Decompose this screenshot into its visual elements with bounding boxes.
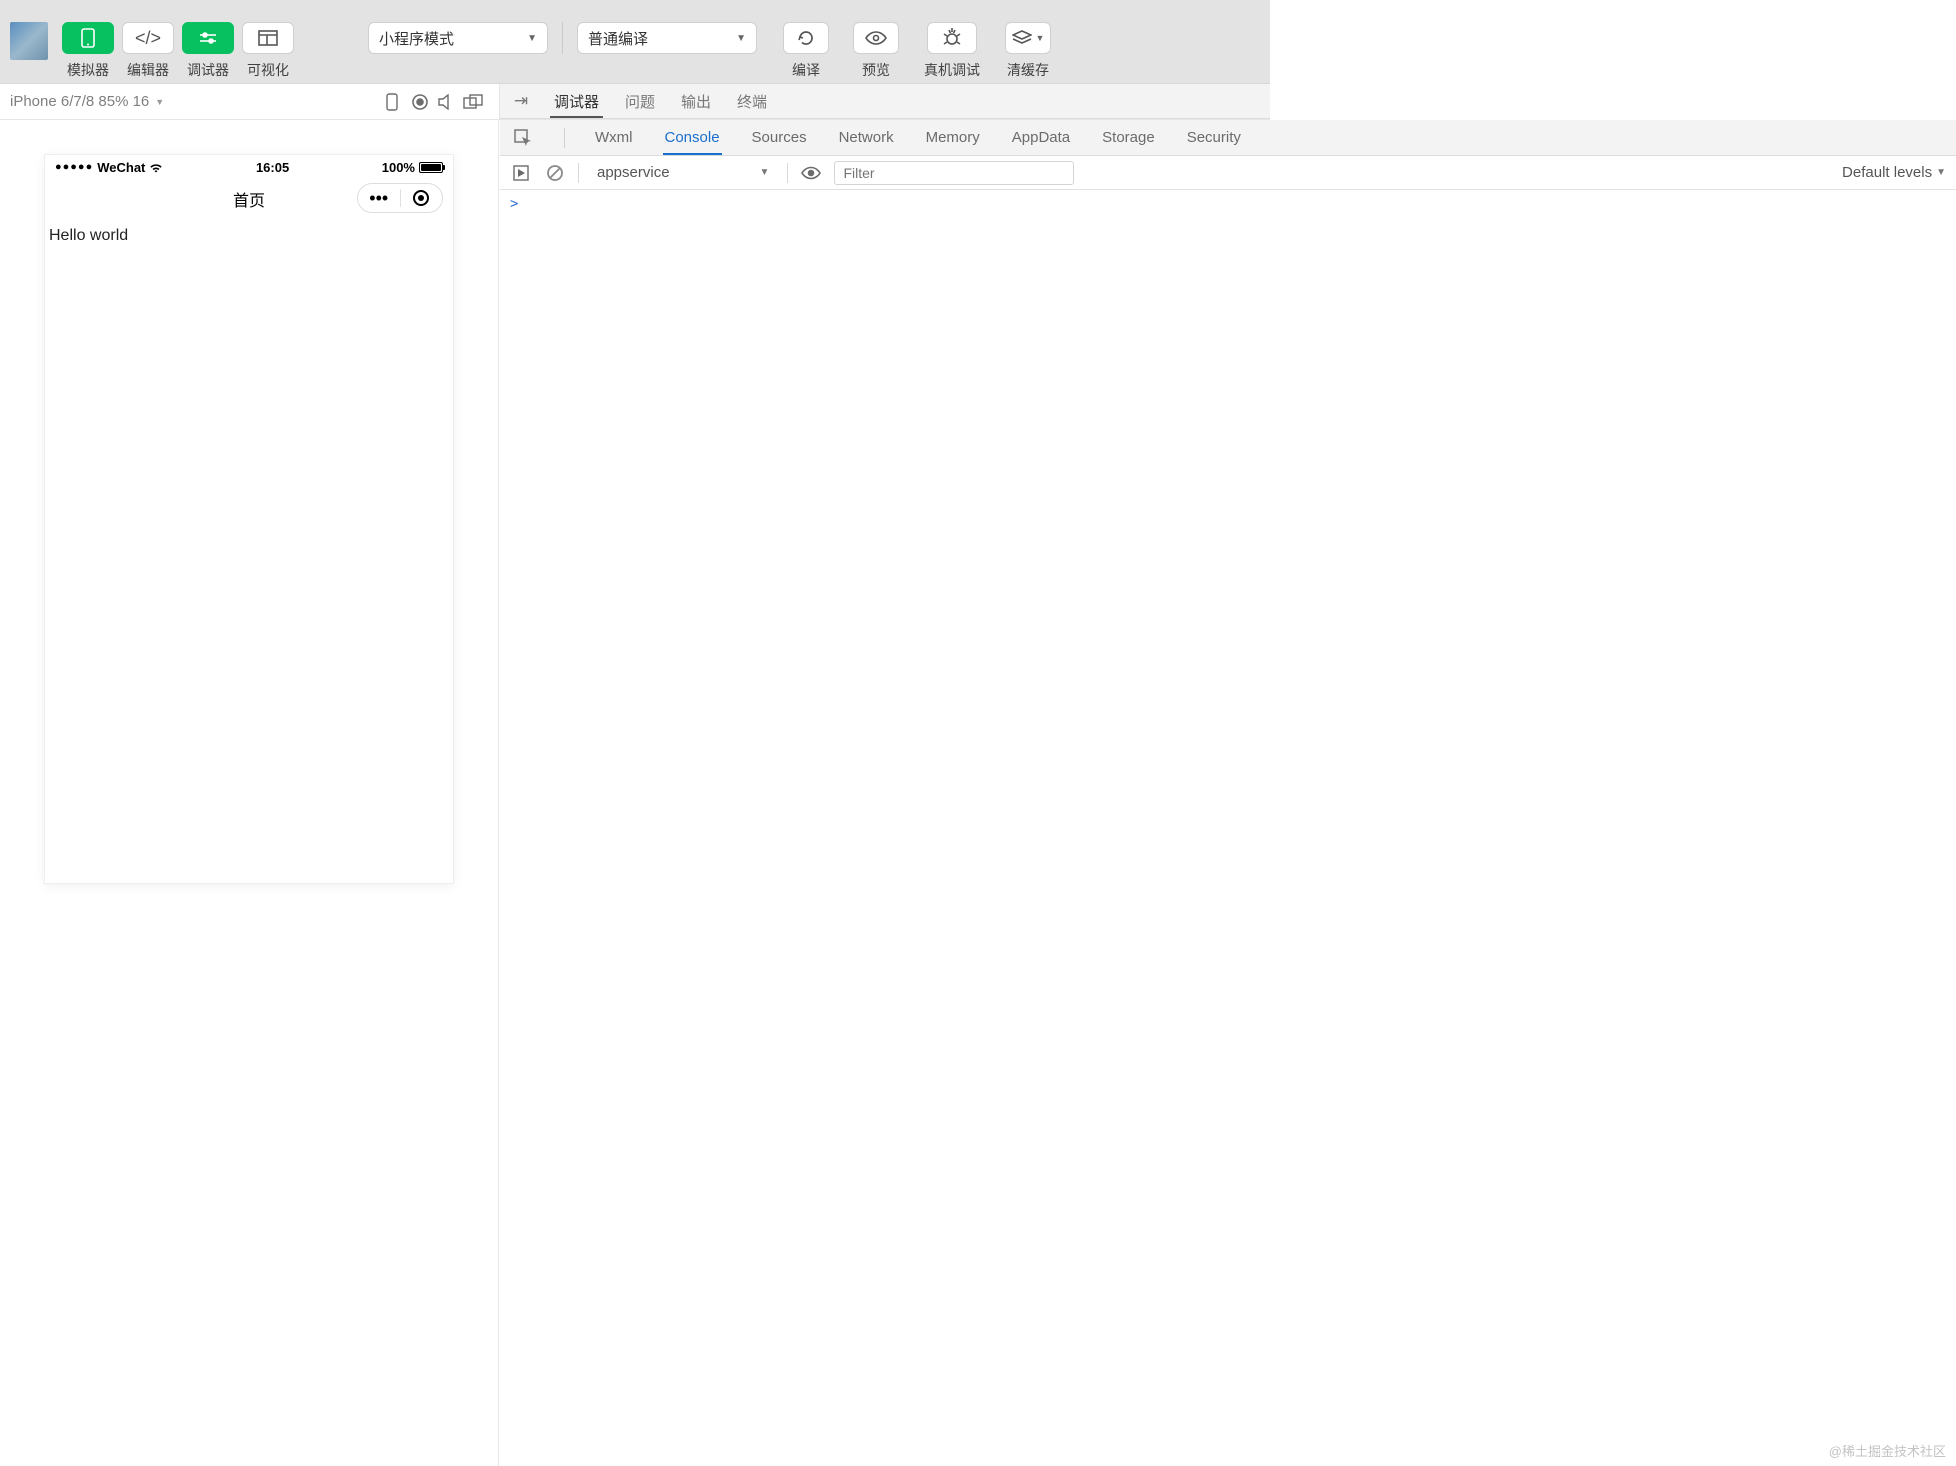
chevron-down-icon: ▼ <box>760 167 770 178</box>
preview-label: 预览 <box>862 60 890 80</box>
bug-icon <box>927 22 977 54</box>
remote-debug-button[interactable]: 真机调试 <box>911 22 993 80</box>
carrier-label: WeChat <box>97 160 145 175</box>
log-levels-select[interactable]: Default levels ▼ <box>1842 164 1946 181</box>
tab-sources[interactable]: Sources <box>750 120 809 155</box>
wifi-icon <box>149 162 163 173</box>
page-title: 首页 <box>233 187 265 211</box>
editor-button[interactable]: </> 编辑器 <box>118 22 178 80</box>
clear-console-icon[interactable] <box>544 162 566 184</box>
battery-icon <box>419 162 443 173</box>
nav-bar: 首页 ••• <box>45 179 453 219</box>
simulator-panel: ●●●●● WeChat 16:05 100% 首页 ••• <box>0 120 499 1466</box>
chevron-down-icon: ▼ <box>527 33 537 44</box>
compile-label: 编译 <box>792 60 820 80</box>
tab-wxml[interactable]: Wxml <box>593 120 635 155</box>
live-expression-icon[interactable] <box>800 162 822 184</box>
device-select[interactable]: iPhone 6/7/8 85% 16 ▼ <box>10 93 164 110</box>
visual-button[interactable]: 可视化 <box>238 22 298 80</box>
toolbar-cluster-left: 模拟器 </> 编辑器 调试器 可视化 <box>58 22 298 80</box>
toolbar-cluster-right: 编译 预览 真机调试 ▼ 清缓存 <box>771 22 1063 80</box>
chevron-down-icon: ▼ <box>155 97 164 107</box>
console-filter-input[interactable] <box>834 161 1074 185</box>
preview-button[interactable]: 预览 <box>841 22 911 80</box>
compile-button[interactable]: 编译 <box>771 22 841 80</box>
dots-icon: ••• <box>369 188 388 209</box>
page-text: Hello world <box>49 227 128 244</box>
clear-cache-button[interactable]: ▼ 清缓存 <box>993 22 1063 80</box>
target-icon <box>413 190 429 206</box>
console-prompt: > <box>510 196 518 212</box>
secondary-bar: iPhone 6/7/8 85% 16 ▼ ⇥ 调试器 问题 输出 终端 <box>0 84 1270 120</box>
console-controls: appservice ▼ Default levels ▼ <box>500 156 1956 190</box>
sliders-icon <box>182 22 234 54</box>
chevron-down-icon: ▼ <box>1936 167 1946 178</box>
chevron-down-icon: ▼ <box>736 33 746 44</box>
clock-label: 16:05 <box>256 160 289 175</box>
editor-label: 编辑器 <box>127 60 169 80</box>
tab-debugger[interactable]: 调试器 <box>550 84 603 118</box>
visual-label: 可视化 <box>247 60 289 80</box>
mode-select[interactable]: 小程序模式 ▼ <box>368 22 548 54</box>
status-bar: ●●●●● WeChat 16:05 100% <box>45 155 453 179</box>
tab-memory[interactable]: Memory <box>924 120 982 155</box>
tab-security[interactable]: Security <box>1185 120 1243 155</box>
battery-label: 100% <box>382 160 415 175</box>
devtools-tabs: Wxml Console Sources Network Memory AppD… <box>500 120 1956 156</box>
simulator-label: 模拟器 <box>67 60 109 80</box>
signal-icon: ●●●●● <box>55 161 93 173</box>
refresh-icon <box>783 22 829 54</box>
toolbar-divider <box>562 22 563 54</box>
eye-icon <box>853 22 899 54</box>
capsule: ••• <box>357 183 443 213</box>
phone-frame: ●●●●● WeChat 16:05 100% 首页 ••• <box>44 154 454 884</box>
record-icon[interactable] <box>411 93 437 111</box>
console-body[interactable]: > <box>500 190 1956 1466</box>
simulator-controls-bar: iPhone 6/7/8 85% 16 ▼ <box>0 92 499 112</box>
context-label: appservice <box>597 164 670 181</box>
layout-icon <box>242 22 294 54</box>
layers-icon: ▼ <box>1005 22 1051 54</box>
rotate-icon[interactable] <box>385 92 411 112</box>
compile-select[interactable]: 普通编译 ▼ <box>577 22 757 54</box>
dock-icon[interactable]: ⇥ <box>510 91 532 111</box>
tab-terminal[interactable]: 终端 <box>733 84 771 118</box>
mode-select-label: 小程序模式 <box>379 28 454 49</box>
tab-appdata[interactable]: AppData <box>1010 120 1072 155</box>
inspect-icon[interactable] <box>514 129 536 147</box>
toggle-drawer-icon[interactable] <box>510 162 532 184</box>
watermark: @稀土掘金技术社区 <box>1829 1441 1946 1460</box>
tab-network[interactable]: Network <box>837 120 896 155</box>
avatar[interactable] <box>10 22 48 60</box>
capsule-close-button[interactable] <box>401 190 443 206</box>
divider <box>578 163 579 183</box>
clear-cache-label: 清缓存 <box>1007 60 1049 80</box>
popout-icon[interactable] <box>463 94 489 110</box>
remote-debug-label: 真机调试 <box>924 60 980 80</box>
log-levels-label: Default levels <box>1842 164 1932 181</box>
capsule-menu-button[interactable]: ••• <box>358 188 400 209</box>
page-content: Hello world <box>45 219 453 883</box>
divider <box>564 128 565 148</box>
device-label: iPhone 6/7/8 85% 16 <box>10 93 149 110</box>
divider <box>787 163 788 183</box>
simulator-button[interactable]: 模拟器 <box>58 22 118 80</box>
context-select[interactable]: appservice ▼ <box>591 164 775 181</box>
tab-problems[interactable]: 问题 <box>621 84 659 118</box>
compile-select-label: 普通编译 <box>588 28 648 49</box>
top-toolbar: 模拟器 </> 编辑器 调试器 可视化 小程序模式 ▼ 普通编译 ▼ <box>0 0 1270 84</box>
tab-output[interactable]: 输出 <box>677 84 715 118</box>
phone-icon <box>62 22 114 54</box>
mute-icon[interactable] <box>437 94 463 110</box>
code-icon: </> <box>122 22 174 54</box>
debugger-button[interactable]: 调试器 <box>178 22 238 80</box>
tab-storage[interactable]: Storage <box>1100 120 1157 155</box>
debugger-label: 调试器 <box>187 60 229 80</box>
panel-tabs: ⇥ 调试器 问题 输出 终端 <box>499 84 1270 119</box>
tab-console[interactable]: Console <box>663 120 722 155</box>
